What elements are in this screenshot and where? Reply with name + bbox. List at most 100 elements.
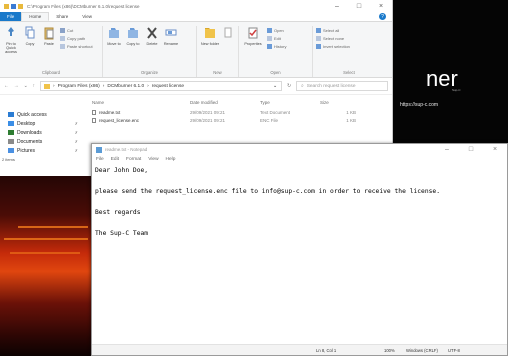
- file-row[interactable]: request_license.enc 29/09/2021 09:21 ENC…: [84, 116, 392, 124]
- minimize-button[interactable]: –: [435, 146, 459, 153]
- open-group: Properties Open Edit History Open: [239, 26, 313, 77]
- tab-file[interactable]: File: [0, 12, 22, 21]
- properties-icon[interactable]: [11, 3, 16, 9]
- folder-icon[interactable]: [4, 3, 9, 9]
- copy-path-button[interactable]: Copy path: [60, 36, 93, 41]
- breadcrumb-program-files[interactable]: Program Files (x86): [58, 84, 100, 89]
- paste-icon: [44, 27, 54, 40]
- menu-file[interactable]: File: [96, 157, 104, 162]
- notepad-text-area[interactable]: Dear John Doe, please send the request_l…: [95, 166, 507, 344]
- search-placeholder: Search request license: [306, 83, 356, 89]
- menu-edit[interactable]: Edit: [111, 157, 119, 162]
- explorer-titlebar: C:\Program Files (x86)\DCMburner 6.1.0\r…: [0, 0, 392, 12]
- text-line: Best regards: [95, 209, 141, 216]
- website-link[interactable]: https://sup-c.com: [400, 102, 438, 108]
- nav-item-pictures[interactable]: Pictures ✗: [0, 146, 84, 155]
- notepad-window: readme.txt - Notepad – □ × File Edit For…: [91, 143, 508, 356]
- close-button[interactable]: ×: [483, 146, 507, 153]
- tab-share[interactable]: Share: [49, 12, 75, 21]
- up-arrow-icon[interactable]: ↑: [33, 84, 35, 89]
- notepad-titlebar: readme.txt - Notepad – □ ×: [92, 144, 507, 155]
- new-folder-icon[interactable]: [18, 3, 23, 9]
- scissors-icon: [60, 28, 65, 33]
- text-line: [95, 198, 507, 209]
- refresh-icon[interactable]: ↻: [287, 84, 291, 89]
- recent-locations-icon[interactable]: ⌄: [24, 84, 28, 89]
- open-label: Open: [274, 28, 284, 33]
- menu-view[interactable]: View: [148, 157, 158, 162]
- minimize-button[interactable]: –: [326, 3, 348, 10]
- column-name[interactable]: Name: [84, 100, 190, 105]
- nav-item-quick-access[interactable]: Quick access: [0, 110, 84, 119]
- pinned-icon: ✗: [74, 148, 78, 153]
- select-none-label: Select none: [323, 36, 345, 41]
- open-button[interactable]: Open: [267, 28, 286, 33]
- tab-view[interactable]: View: [75, 12, 99, 21]
- address-bar-row: ← → ⌄ ↑ › Program Files (x86) › DCMburne…: [0, 78, 392, 95]
- delete-icon: [147, 27, 157, 39]
- file-date: 29/09/2021 09:21: [190, 109, 226, 115]
- text-file-icon: [92, 109, 96, 115]
- new-folder-label: New folder: [200, 42, 220, 46]
- breadcrumb-sep-icon: ›: [53, 83, 55, 89]
- properties-label: Properties: [244, 42, 262, 46]
- clipboard-group: Pin to Quick access Copy Paste Cut Copy …: [0, 26, 103, 77]
- file-name-cell: readme.txt: [84, 109, 190, 115]
- tab-home[interactable]: Home: [21, 12, 50, 21]
- cut-button[interactable]: Cut: [60, 28, 93, 33]
- history-button[interactable]: History: [267, 44, 286, 49]
- column-size[interactable]: Size: [316, 100, 356, 105]
- new-item-icon: [224, 27, 232, 38]
- help-button[interactable]: ?: [379, 12, 386, 21]
- rename-label: Rename: [163, 42, 179, 46]
- edit-label: Edit: [274, 36, 281, 41]
- file-row[interactable]: readme.txt 29/09/2021 09:21 Text Documen…: [84, 108, 392, 116]
- window-title: C:\Program Files (x86)\DCMburner 6.1.0\r…: [27, 3, 140, 9]
- nav-item-documents[interactable]: Documents ✗: [0, 137, 84, 146]
- menu-format[interactable]: Format: [126, 157, 141, 162]
- navigation-pane: Quick access Desktop ✗ Downloads ✗ Docum…: [0, 96, 84, 176]
- document-icon: [8, 139, 14, 144]
- move-to-label: Move to: [107, 42, 121, 46]
- desktop-wallpaper: [0, 168, 92, 356]
- paste-shortcut-button[interactable]: Paste shortcut: [60, 44, 93, 49]
- invert-selection-label: Invert selection: [323, 44, 350, 49]
- file-type: Text Document: [260, 109, 291, 115]
- close-button[interactable]: ×: [370, 3, 392, 10]
- cursor-position: Ln 8, Col 1: [316, 347, 337, 353]
- edit-icon: [267, 36, 272, 41]
- select-all-button[interactable]: Select all: [316, 28, 350, 33]
- back-arrow-icon[interactable]: ←: [4, 84, 9, 89]
- forward-arrow-icon[interactable]: →: [14, 84, 19, 89]
- nav-item-downloads[interactable]: Downloads ✗: [0, 128, 84, 137]
- organize-group: Move to Copy to Delete Rename Organize: [103, 26, 197, 77]
- address-bar[interactable]: › Program Files (x86) › DCMburner 6.1.0 …: [40, 81, 282, 91]
- open-group-label: Open: [270, 70, 281, 75]
- column-type[interactable]: Type: [260, 100, 316, 105]
- move-to-icon: [109, 28, 119, 38]
- history-icon: [267, 44, 272, 49]
- encoding: UTF-8: [448, 347, 460, 353]
- pin-label: Pin to Quick access: [5, 42, 17, 54]
- item-count: 2 items: [2, 157, 15, 162]
- breadcrumb-request-license[interactable]: request license: [152, 84, 184, 89]
- ribbon: Pin to Quick access Copy Paste Cut Copy …: [0, 22, 392, 78]
- edit-button[interactable]: Edit: [267, 36, 286, 41]
- maximize-button[interactable]: □: [348, 3, 370, 10]
- breadcrumb-dcmburner[interactable]: DCMburner 6.1.0: [107, 84, 144, 89]
- copy-icon: [25, 26, 35, 39]
- maximize-button[interactable]: □: [459, 146, 483, 153]
- copy-to-icon: [128, 28, 138, 38]
- search-box[interactable]: ⌕ Search request license: [296, 81, 388, 91]
- invert-selection-button[interactable]: Invert selection: [316, 44, 350, 49]
- nav-item-desktop[interactable]: Desktop ✗: [0, 119, 84, 128]
- new-group-label: New: [213, 70, 222, 75]
- address-dropdown-icon[interactable]: ⌄: [273, 84, 277, 89]
- nav-item-label: Documents: [17, 138, 43, 145]
- menu-help[interactable]: Help: [166, 157, 176, 162]
- notepad-title: readme.txt - Notepad: [105, 147, 148, 152]
- column-date-modified[interactable]: Date modified: [190, 100, 260, 105]
- text-line: please send the request_license.enc file…: [95, 188, 440, 195]
- text-line: [95, 219, 507, 230]
- select-none-button[interactable]: Select none: [316, 36, 350, 41]
